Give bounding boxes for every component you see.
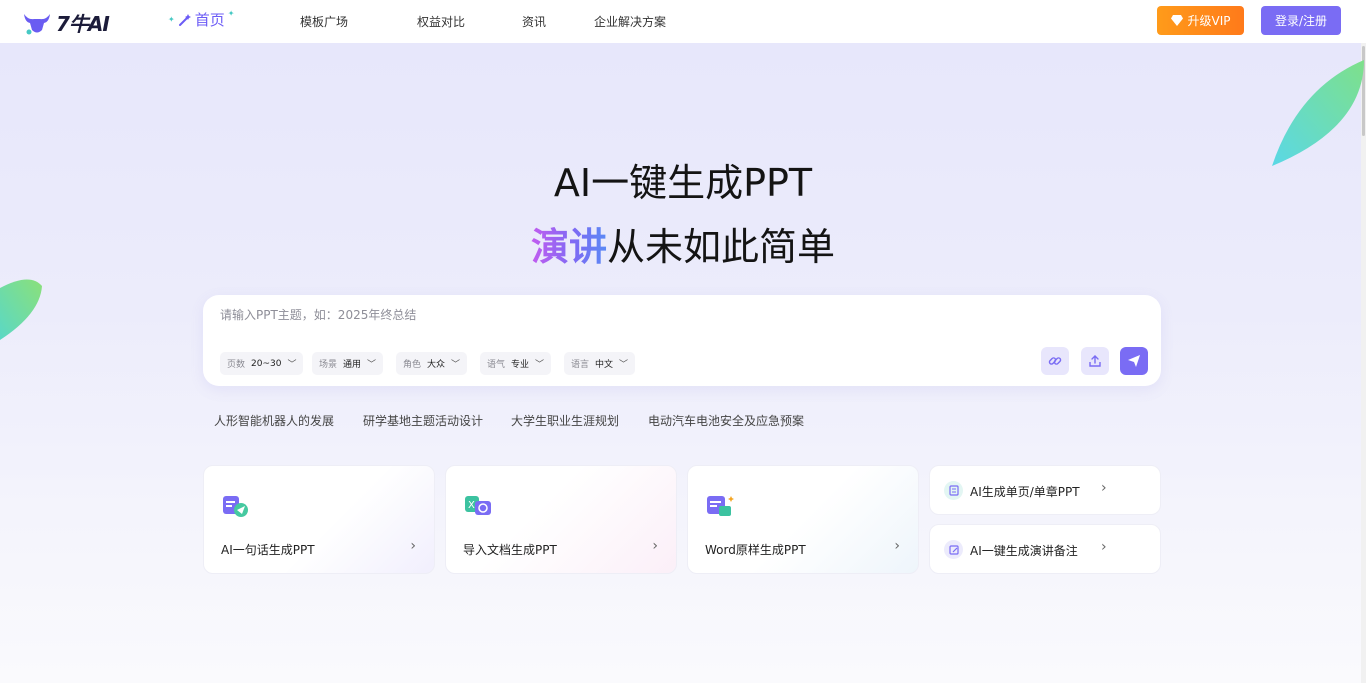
chevron-right-icon: › [652, 538, 658, 554]
upload-button[interactable] [1081, 347, 1109, 375]
option-pages-label: 页数 [227, 360, 246, 370]
link-icon [1048, 357, 1062, 365]
chevron-down-icon: ﹀ [287, 360, 297, 370]
brand-name: 7牛AI [56, 12, 110, 36]
chevron-right-icon: › [1101, 539, 1107, 555]
chevron-down-icon: ﹀ [619, 360, 629, 370]
chevron-down-icon: ﹀ [535, 360, 545, 370]
option-scene-value: 通用 [343, 360, 362, 370]
suggestion-chip[interactable]: 研学基地主题活动设计 [363, 412, 483, 429]
mini-card-label: AI一键生成演讲备注 [970, 544, 1078, 558]
upgrade-vip-button[interactable]: 升级VIP [1157, 6, 1244, 35]
option-pages[interactable]: 页数 20~30 ﹀ [220, 352, 304, 375]
option-tone[interactable]: 语气 专业 ﹀ [480, 352, 552, 375]
option-scene-label: 场景 [319, 360, 338, 370]
chevron-down-icon: ﹀ [451, 360, 461, 370]
suggestion-chip[interactable]: 大学生职业生涯规划 [511, 412, 619, 429]
hero-subtitle-rest: 从未如此简单 [607, 225, 836, 269]
nav-item-templates[interactable]: 模板广场 [300, 13, 348, 30]
option-language-label: 语言 [571, 360, 590, 370]
nav-item-enterprise[interactable]: 企业解决方案 [594, 13, 666, 30]
word-convert-icon [707, 496, 734, 516]
hero-highlight: 演讲 [530, 225, 607, 269]
sparkle-small-icon: ✦ [227, 9, 235, 18]
topic-input[interactable] [220, 305, 1020, 325]
option-language[interactable]: 语言 中文 ﹀ [564, 352, 636, 375]
chevron-right-icon: › [1101, 480, 1107, 496]
hero-subtitle: 演讲从未如此简单 [0, 216, 1366, 271]
upload-icon [1089, 355, 1101, 367]
option-tone-label: 语气 [487, 360, 506, 370]
suggestion-chip[interactable]: 人形智能机器人的发展 [214, 412, 334, 429]
chat-send-icon [223, 496, 248, 517]
card-label: Word原样生成PPT [705, 543, 806, 557]
feature-card-import-document[interactable]: X 导入文档生成PPT › [445, 465, 677, 574]
card-label: AI一句话生成PPT [221, 543, 315, 557]
option-language-value: 中文 [595, 360, 614, 370]
nav-home[interactable]: ✦ 首页 ✦ [168, 9, 234, 30]
hero-title: AI一键生成PPT [553, 161, 813, 205]
send-icon [1128, 355, 1140, 367]
chevron-right-icon: › [894, 538, 900, 554]
top-bar: 7牛AI ✦ 首页 ✦ 模板广场 权益对比 资讯 企业解决方案 升级VIP 登录… [0, 0, 1366, 43]
mini-card-single-page[interactable]: AI生成单页/单章PPT › [929, 465, 1161, 515]
option-tone-value: 专业 [511, 360, 530, 370]
feature-card-one-sentence[interactable]: AI一句话生成PPT › [203, 465, 435, 574]
option-role-label: 角色 [403, 360, 422, 370]
chevron-right-icon: › [410, 538, 416, 554]
topic-input-card: 页数 20~30 ﹀ 场景 通用 ﹀ 角色 大众 ﹀ 语气 专业 ﹀ 语言 中文… [203, 295, 1161, 386]
mini-card-label: AI生成单页/单章PPT [970, 485, 1080, 499]
option-pages-value: 20~30 [251, 358, 282, 369]
login-register-button[interactable]: 登录/注册 [1261, 6, 1341, 35]
send-button[interactable] [1120, 347, 1148, 375]
page-icon [944, 481, 963, 500]
card-label: 导入文档生成PPT [463, 543, 557, 557]
decorative-leaf-left [0, 279, 42, 340]
mini-card-speech-notes[interactable]: AI一键生成演讲备注 › [929, 524, 1161, 574]
excel-import-icon: X [465, 496, 491, 515]
svg-text:X: X [468, 500, 475, 511]
nav-item-news[interactable]: 资讯 [522, 13, 546, 30]
edit-note-icon [944, 540, 963, 559]
diamond-icon [1170, 15, 1183, 26]
nav-item-benefits[interactable]: 权益对比 [417, 13, 465, 30]
bull-logo-icon [24, 13, 50, 34]
magic-wand-icon [178, 13, 191, 26]
option-scene[interactable]: 场景 通用 ﹀ [312, 352, 384, 375]
option-role[interactable]: 角色 大众 ﹀ [396, 352, 468, 375]
upgrade-vip-label: 升级VIP [1187, 14, 1231, 28]
sparkle-small-icon: ✦ [168, 15, 175, 24]
option-role-value: 大众 [427, 360, 446, 370]
link-button[interactable] [1041, 347, 1069, 375]
chevron-down-icon: ﹀ [367, 360, 377, 370]
suggestion-chip[interactable]: 电动汽车电池安全及应急预案 [648, 412, 804, 429]
feature-card-word-convert[interactable]: Word原样生成PPT › [687, 465, 919, 574]
logo[interactable]: 7牛AI [22, 8, 110, 37]
nav-home-label: 首页 [194, 11, 225, 29]
